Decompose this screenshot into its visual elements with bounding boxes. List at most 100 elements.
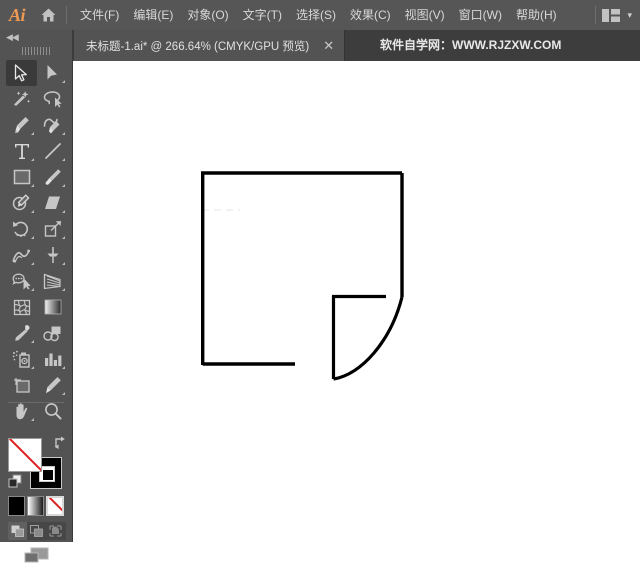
mesh-tool[interactable] — [6, 294, 37, 320]
free-transform-tool[interactable] — [37, 242, 68, 268]
draw-behind[interactable] — [27, 522, 46, 540]
rectangle-tool[interactable] — [6, 164, 37, 190]
tool-row — [6, 112, 68, 138]
tool-flyout-indicator — [62, 210, 65, 213]
tool-flyout-indicator — [31, 132, 34, 135]
chevron-down-icon[interactable]: ▾ — [627, 10, 632, 21]
line-segment-tool[interactable] — [37, 138, 68, 164]
tool-flyout-indicator — [31, 262, 34, 265]
perspective-grid-tool[interactable] — [37, 268, 68, 294]
color-mode-gradient[interactable] — [27, 496, 45, 516]
tool-flyout-indicator — [31, 340, 34, 343]
tool-flyout-indicator — [62, 236, 65, 239]
tools-divider — [8, 402, 64, 403]
menu-window[interactable]: 窗口(W) — [452, 0, 509, 30]
app-logo: Ai — [8, 4, 26, 25]
document-tab[interactable]: 未标题-1.ai* @ 266.64% (CMYK/GPU 预览) ✕ — [74, 30, 346, 61]
document-tab-title: 未标题-1.ai* @ 266.64% (CMYK/GPU 预览) — [86, 40, 310, 53]
shaper-tool[interactable] — [6, 190, 37, 216]
close-icon[interactable]: ✕ — [323, 39, 334, 52]
gradient-tool[interactable] — [37, 294, 68, 320]
fill-stroke-controls — [8, 435, 67, 490]
tool-row — [6, 164, 68, 190]
pen-tool[interactable] — [6, 112, 37, 138]
column-graph-tool[interactable] — [37, 346, 68, 372]
tools-panel-grip[interactable] — [22, 47, 52, 55]
tools-panel: ◀◀ — [0, 30, 73, 563]
workspace-switcher-icon[interactable] — [602, 8, 621, 22]
tool-row — [6, 294, 68, 320]
color-mode-buttons — [8, 496, 66, 516]
color-mode-color[interactable] — [8, 496, 26, 516]
scale-tool[interactable] — [37, 216, 68, 242]
menu-bar: Ai 文件(F) 编辑(E) 对象(O) 文字(T) 选择(S) 效果(C) 视… — [0, 0, 640, 30]
fill-none-indicator — [9, 439, 41, 471]
lasso-tool[interactable] — [37, 86, 68, 112]
magic-wand-tool[interactable] — [6, 86, 37, 112]
draw-inside[interactable] — [46, 522, 65, 540]
tool-flyout-indicator — [31, 236, 34, 239]
rotate-tool[interactable] — [6, 216, 37, 242]
type-tool[interactable] — [6, 138, 37, 164]
tool-flyout-indicator — [62, 184, 65, 187]
tools-grid — [6, 60, 68, 424]
default-fill-stroke-icon[interactable] — [8, 474, 22, 488]
blend-tool[interactable] — [37, 320, 68, 346]
tool-flyout-indicator — [62, 288, 65, 291]
paintbrush-tool[interactable] — [37, 164, 68, 190]
shape-builder-tool[interactable] — [6, 268, 37, 294]
eyedropper-tool[interactable] — [6, 320, 37, 346]
none-slash — [48, 498, 63, 514]
tool-flyout-indicator — [31, 418, 34, 421]
tool-row — [6, 242, 68, 268]
artboard-tool[interactable] — [6, 372, 37, 398]
symbol-sprayer-tool[interactable] — [6, 346, 37, 372]
artboard-canvas[interactable] — [73, 61, 640, 542]
tool-flyout-indicator — [31, 288, 34, 291]
menu-select[interactable]: 选择(S) — [289, 0, 343, 30]
draw-normal[interactable] — [8, 522, 27, 540]
tool-row — [6, 138, 68, 164]
tool-flyout-indicator — [31, 184, 34, 187]
menu-file[interactable]: 文件(F) — [73, 0, 126, 30]
fill-swatch[interactable] — [8, 438, 42, 472]
menu-help[interactable]: 帮助(H) — [509, 0, 564, 30]
swap-fill-stroke-icon[interactable] — [53, 435, 67, 449]
tool-flyout-indicator — [31, 210, 34, 213]
draw-mode-buttons — [8, 522, 66, 540]
tool-row — [6, 190, 68, 216]
tool-row — [6, 346, 68, 372]
tool-flyout-indicator — [62, 158, 65, 161]
collapse-panel-icon[interactable]: ◀◀ — [6, 33, 19, 42]
change-screen-mode[interactable] — [20, 544, 54, 568]
menu-effect[interactable]: 效果(C) — [343, 0, 398, 30]
tool-flyout-indicator — [62, 366, 65, 369]
tool-flyout-indicator — [62, 392, 65, 395]
artwork-svg — [201, 171, 404, 381]
menu-type[interactable]: 文字(T) — [236, 0, 289, 30]
menu-divider — [66, 6, 67, 24]
direct-selection-tool[interactable] — [37, 60, 68, 86]
width-tool[interactable] — [6, 242, 37, 268]
menu-edit[interactable]: 编辑(E) — [126, 0, 180, 30]
watermark-text: 软件自学网：WWW.RJZXW.COM — [380, 38, 562, 52]
tool-row — [6, 86, 68, 112]
selection-tool[interactable] — [6, 60, 37, 86]
eraser-tool[interactable] — [37, 190, 68, 216]
menu-view[interactable]: 视图(V) — [398, 0, 452, 30]
tool-flyout-indicator — [62, 80, 65, 83]
curvature-tool[interactable] — [37, 112, 68, 138]
home-icon[interactable] — [34, 0, 62, 30]
tool-flyout-indicator — [62, 132, 65, 135]
tool-row — [6, 60, 68, 86]
illustrator-window: Ai 文件(F) 编辑(E) 对象(O) 文字(T) 选择(S) 效果(C) 视… — [0, 0, 640, 563]
tool-flyout-indicator — [31, 158, 34, 161]
tool-row — [6, 372, 68, 398]
document-tab-bar: 未标题-1.ai* @ 266.64% (CMYK/GPU 预览) ✕ 软件自学… — [0, 30, 640, 61]
stroke-swatch-core — [43, 470, 53, 480]
color-mode-none[interactable] — [46, 496, 64, 516]
tool-row — [6, 320, 68, 346]
menu-object[interactable]: 对象(O) — [180, 0, 235, 30]
menubar-right-group: ▾ — [591, 0, 640, 30]
slice-tool[interactable] — [37, 372, 68, 398]
